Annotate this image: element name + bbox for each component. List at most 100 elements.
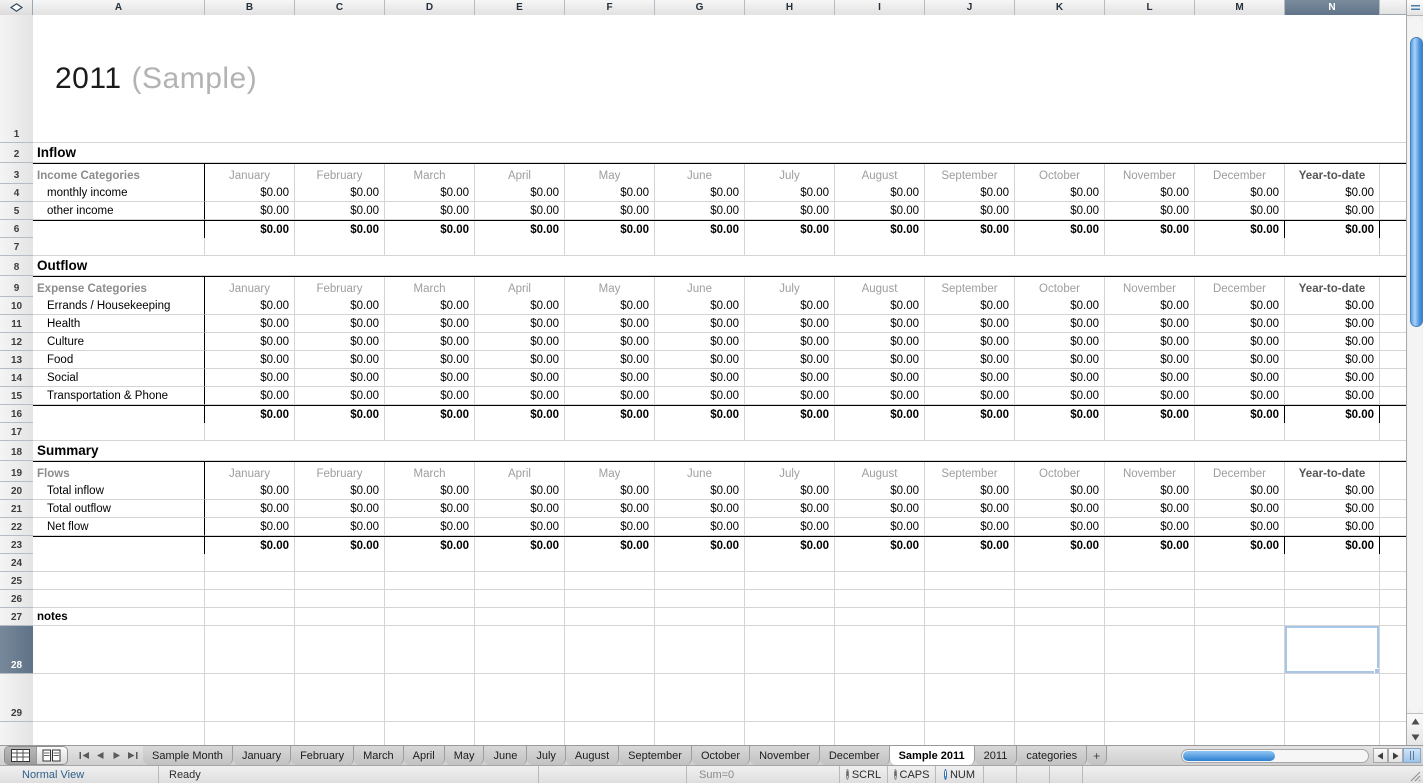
cell-empty[interactable] <box>565 590 655 608</box>
row-header-15[interactable]: 15 <box>0 387 33 405</box>
table-column-header-february[interactable]: February <box>295 164 385 185</box>
cell-empty[interactable] <box>33 722 205 745</box>
cell-empty[interactable] <box>1195 238 1285 256</box>
cell-empty[interactable] <box>655 626 745 674</box>
table-column-header-march[interactable]: March <box>385 277 475 298</box>
total-cell-value[interactable]: $0.00 <box>1105 221 1195 239</box>
cell-empty[interactable] <box>475 554 565 572</box>
status-scroll-lock[interactable]: SCRL <box>840 766 888 783</box>
cell-empty[interactable] <box>745 590 835 608</box>
table-column-header-june[interactable]: June <box>655 277 745 298</box>
cell-empty[interactable] <box>1105 554 1195 572</box>
cell-value[interactable]: $0.00 <box>295 351 385 369</box>
cell-empty[interactable] <box>33 590 205 608</box>
sheet-tab-april[interactable]: April <box>403 746 445 765</box>
cell-value[interactable]: $0.00 <box>295 387 385 405</box>
row-header-18[interactable]: 18 <box>0 441 33 461</box>
cell-value[interactable]: $0.00 <box>835 387 925 405</box>
sheet-tab-sample-2011[interactable]: Sample 2011 <box>889 746 975 765</box>
notes-label[interactable]: notes <box>33 608 205 626</box>
row-header-23[interactable]: 23 <box>0 536 33 554</box>
cell-value[interactable]: $0.00 <box>655 482 745 500</box>
row-label-monthly-income[interactable]: monthly income <box>33 184 205 202</box>
horizontal-scroll-area[interactable] <box>1181 746 1423 765</box>
spacer-cell[interactable] <box>1380 387 1406 405</box>
row-label-food[interactable]: Food <box>33 351 205 369</box>
total-cell-value[interactable]: $0.00 <box>1015 221 1105 239</box>
cell-value[interactable]: $0.00 <box>835 482 925 500</box>
spacer-cell[interactable] <box>1380 722 1406 745</box>
cell-empty[interactable] <box>655 423 745 441</box>
cell-empty[interactable] <box>835 722 925 745</box>
cell-empty[interactable] <box>925 590 1015 608</box>
cell-value[interactable]: $0.00 <box>205 297 295 315</box>
cell-empty[interactable] <box>385 674 475 722</box>
vscroll-split-button[interactable] <box>1407 0 1423 16</box>
cell-empty[interactable] <box>1015 572 1105 590</box>
cell-value[interactable]: $0.00 <box>1015 315 1105 333</box>
cell-empty[interactable] <box>655 554 745 572</box>
total-cell-value[interactable]: $0.00 <box>835 221 925 239</box>
total-cell-value[interactable]: $0.00 <box>1195 537 1285 555</box>
cell-empty[interactable] <box>1195 608 1285 626</box>
cell-empty[interactable] <box>1105 626 1195 674</box>
row-label-total-outflow[interactable]: Total outflow <box>33 500 205 518</box>
cell-value[interactable]: $0.00 <box>1195 333 1285 351</box>
cell-empty[interactable] <box>295 722 385 745</box>
cell-empty[interactable] <box>1195 554 1285 572</box>
row-header-10[interactable]: 10 <box>0 297 33 315</box>
table-column-header-april[interactable]: April <box>475 277 565 298</box>
table-column-header-august[interactable]: August <box>835 164 925 185</box>
status-num-lock[interactable]: NUM <box>936 766 984 783</box>
cell-empty[interactable] <box>1015 608 1105 626</box>
cell-empty[interactable] <box>835 626 925 674</box>
prev-sheet-button[interactable] <box>94 749 107 762</box>
cell-value[interactable]: $0.00 <box>565 315 655 333</box>
cell-value[interactable]: $0.00 <box>565 369 655 387</box>
total-cell-value[interactable]: $0.00 <box>925 221 1015 239</box>
row-header-16[interactable]: 16 <box>0 405 33 423</box>
spacer-cell[interactable] <box>1380 184 1406 202</box>
table-column-header-december[interactable]: December <box>1195 164 1285 185</box>
cell-value[interactable]: $0.00 <box>1285 500 1380 518</box>
cell-value[interactable]: $0.00 <box>1285 351 1380 369</box>
cell-value[interactable]: $0.00 <box>385 184 475 202</box>
table-column-header-february[interactable]: February <box>295 277 385 298</box>
cell-empty[interactable] <box>295 626 385 674</box>
total-cell-value[interactable]: $0.00 <box>295 221 385 239</box>
page-layout-view-button[interactable] <box>35 747 67 764</box>
total-cell-value[interactable]: $0.00 <box>385 406 475 424</box>
table-column-header-january[interactable]: January <box>205 164 295 185</box>
cell-empty[interactable] <box>835 590 925 608</box>
table-column-header-march[interactable]: March <box>385 462 475 483</box>
row-header-11[interactable]: 11 <box>0 315 33 333</box>
cell-value[interactable]: $0.00 <box>205 315 295 333</box>
row-header-26[interactable]: 26 <box>0 590 33 608</box>
cell-value[interactable]: $0.00 <box>925 315 1015 333</box>
row-label-total-inflow[interactable]: Total inflow <box>33 482 205 500</box>
cell-empty[interactable] <box>565 626 655 674</box>
cell-empty[interactable] <box>565 674 655 722</box>
cell-value[interactable]: $0.00 <box>385 500 475 518</box>
cell-value[interactable]: $0.00 <box>205 500 295 518</box>
scroll-right-button[interactable] <box>1388 748 1403 763</box>
cell-value[interactable]: $0.00 <box>1195 387 1285 405</box>
column-header-f[interactable]: F <box>565 0 655 15</box>
cell-value[interactable]: $0.00 <box>1015 482 1105 500</box>
cell-empty[interactable] <box>385 423 475 441</box>
total-cell-value[interactable]: $0.00 <box>205 221 295 239</box>
cell-value[interactable]: $0.00 <box>295 369 385 387</box>
table-column-header-march[interactable]: March <box>385 164 475 185</box>
cell-value[interactable]: $0.00 <box>925 184 1015 202</box>
cell-value[interactable]: $0.00 <box>1285 482 1380 500</box>
cell-empty[interactable] <box>1195 626 1285 674</box>
total-cell-value[interactable]: $0.00 <box>1285 221 1380 239</box>
cell-empty[interactable] <box>33 572 205 590</box>
cell-value[interactable]: $0.00 <box>295 202 385 220</box>
cell-empty[interactable] <box>385 238 475 256</box>
cell-empty[interactable] <box>1195 572 1285 590</box>
cell-value[interactable]: $0.00 <box>745 202 835 220</box>
cell-empty[interactable] <box>1195 674 1285 722</box>
cell-value[interactable]: $0.00 <box>925 369 1015 387</box>
cell-value[interactable]: $0.00 <box>1105 369 1195 387</box>
